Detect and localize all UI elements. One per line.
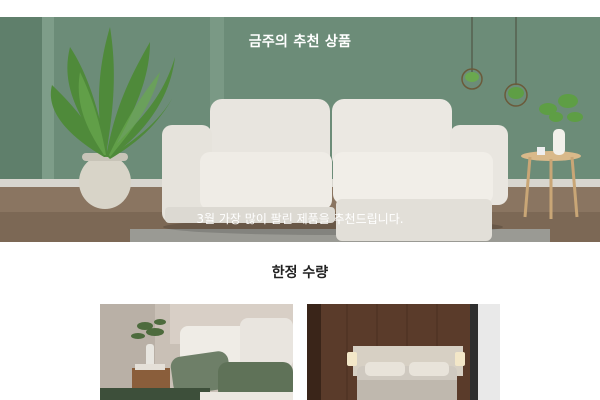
hero-title: 금주의 추천 상품	[248, 34, 352, 50]
hero-subtitle: 3월 가장 많이 팔린 제품을 추천드립니다.	[196, 212, 404, 226]
bedroom-with-green-pillows-photo	[100, 304, 293, 400]
top-strip	[0, 0, 600, 17]
hero-banner[interactable]: 금주의 추천 상품 3월 가장 많이 팔린 제품을 추천드립니다.	[0, 17, 600, 242]
page: 금주의 추천 상품 3월 가장 많이 팔린 제품을 추천드립니다. 한정 수량	[0, 0, 600, 400]
section-title: 한정 수량	[271, 265, 329, 281]
product-card[interactable]	[100, 304, 293, 400]
product-card[interactable]	[307, 304, 500, 400]
bedroom-with-wood-panel-wall-photo	[307, 304, 500, 400]
